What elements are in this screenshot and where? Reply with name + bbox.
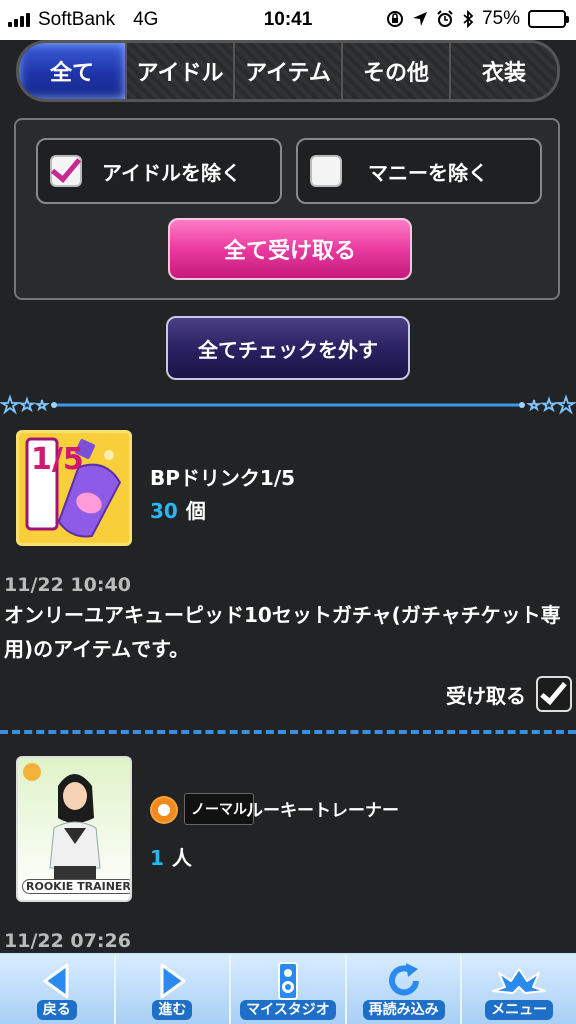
tab-idol[interactable]: アイドル (127, 43, 235, 99)
exclude-money-label: マニーを除く (368, 160, 488, 185)
idol-quantity: 1人 (150, 842, 192, 871)
category-tabs: 全て アイドル アイテム その他 衣装 (16, 40, 560, 102)
item-description: オンリーユアキューピッド10セットガチャ(ガチャチケット専用)のアイテムです。 (4, 603, 561, 661)
tab-costume[interactable]: 衣装 (451, 43, 557, 99)
exclude-idol-toggle[interactable]: アイドルを除く (36, 138, 282, 204)
star-divider (0, 394, 576, 415)
idol-date: 11/22 07:26 (4, 930, 131, 952)
filter-panel: アイドルを除く マニーを除く 全て受け取る (14, 118, 560, 300)
idol-quantity-unit: 人 (171, 846, 192, 870)
card-caption: ROOKIE TRAINER (22, 879, 130, 894)
item-date: 11/22 10:40 (4, 574, 131, 596)
reload-icon (388, 963, 419, 996)
battery-icon (528, 10, 569, 28)
location-icon (412, 12, 427, 26)
sun-attribute-icon (150, 796, 178, 824)
nav-reload-label: 再読み込み (362, 1000, 445, 1020)
status-bar: SoftBank 4G 10:41 75% (0, 0, 576, 40)
item-quantity: 30 個 (150, 495, 206, 524)
nav-my-studio-label: マイスタジオ (240, 1000, 336, 1020)
exclude-idol-label: アイドルを除く (102, 160, 241, 185)
idol-quantity-value: 1 (150, 846, 164, 870)
receive-toggle[interactable]: 受け取る (446, 676, 572, 712)
nav-menu-label: メニュー (485, 1000, 554, 1020)
nav-my-studio[interactable]: マイスタジオ (231, 955, 347, 1024)
tab-all[interactable]: 全て (19, 43, 127, 99)
idol-card-thumbnail: ROOKIE TRAINER (16, 756, 132, 902)
uncheck-all-button[interactable]: 全てチェックを外す (166, 316, 410, 380)
receive-label: 受け取る (446, 683, 526, 708)
nav-back-label: 戻る (36, 1000, 77, 1020)
nav-menu[interactable]: メニュー (462, 955, 576, 1024)
bluetooth-icon (463, 10, 474, 28)
alarm-icon (437, 10, 453, 27)
back-arrow-icon (43, 963, 69, 999)
status-right: 75% (386, 8, 569, 30)
forward-arrow-icon (160, 963, 186, 999)
nav-back[interactable]: 戻る (0, 955, 116, 1024)
rarity-badge: ノーマル (184, 793, 254, 825)
tab-item[interactable]: アイテム (235, 43, 343, 99)
lock-rotation-icon (386, 11, 403, 27)
bp-drink-item-icon: 1/5 (16, 430, 132, 546)
tab-other[interactable]: その他 (343, 43, 451, 99)
quantity-value: 30 (150, 499, 178, 523)
exclude-money-toggle[interactable]: マニーを除く (296, 138, 542, 204)
receive-all-button[interactable]: 全て受け取る (168, 218, 412, 280)
bottom-navigation: 戻る 進む マイスタジオ 再読み込み メニュー (0, 953, 576, 1024)
item-name: BPドリンク1/5 (150, 466, 296, 490)
checkbox-checked-icon (50, 151, 82, 187)
checkbox-checked-icon[interactable] (536, 676, 572, 712)
nav-reload[interactable]: 再読み込み (347, 955, 463, 1024)
dashed-divider (0, 730, 576, 734)
nav-forward[interactable]: 進む (116, 955, 232, 1024)
idol-name: ルーキートレーナー (246, 801, 399, 821)
bp-icon-fraction: 1/5 (31, 445, 84, 475)
studio-speaker-icon (277, 962, 298, 1000)
menu-wings-icon (492, 968, 547, 994)
battery-percent: 75% (481, 8, 520, 29)
quantity-unit: 個 (185, 499, 206, 523)
checkbox-unchecked-icon (310, 155, 342, 187)
nav-forward-label: 進む (152, 1000, 193, 1020)
